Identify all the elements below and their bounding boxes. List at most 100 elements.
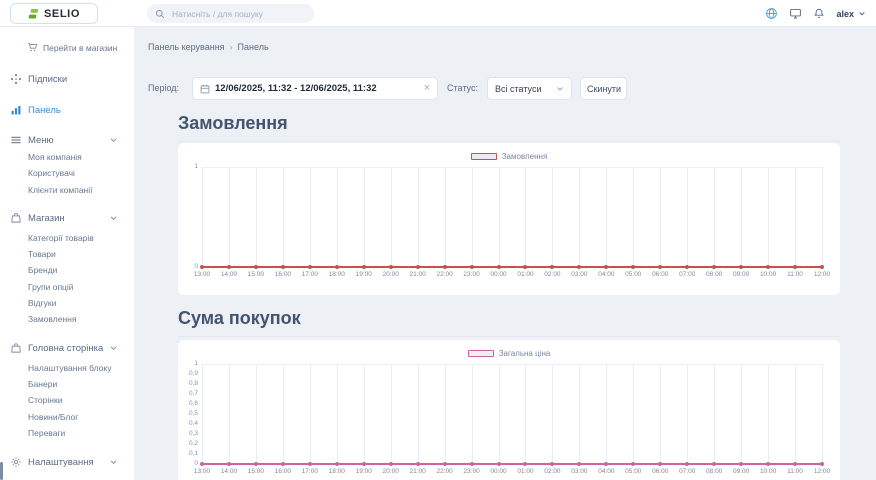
chart-legend[interactable]: Замовлення <box>178 152 840 161</box>
bell-icon[interactable] <box>813 7 825 20</box>
x-tick-label: 23:00 <box>463 271 479 278</box>
gridline <box>552 167 553 267</box>
sidebar-subitem-store-1[interactable]: Товари <box>28 247 56 261</box>
logo[interactable]: SELIO <box>10 3 98 24</box>
period-range-input[interactable]: 12/06/2025, 11:32 - 12/06/2025, 11:32 × <box>192 77 438 100</box>
sidebar-subitem-store-5[interactable]: Замовлення <box>28 312 76 326</box>
sidebar-item-settings[interactable]: Налаштування <box>0 453 135 471</box>
series-point <box>281 265 285 269</box>
x-tick-label: 16:00 <box>275 271 291 278</box>
search-bar[interactable] <box>147 4 314 23</box>
purchase-sum-chart: Загальна ціна13:0014:0015:0016:0017:0018… <box>178 340 840 480</box>
sidebar-subitem-homepage-1[interactable]: Банери <box>28 377 57 391</box>
store-icon <box>10 212 22 224</box>
reset-button[interactable]: Скинути <box>580 77 627 100</box>
sidebar-item-dashboard[interactable]: Панель <box>0 101 135 119</box>
sidebar-subitem-store-3[interactable]: Групи опцій <box>28 280 74 294</box>
y-tick-label: 0,3 <box>180 430 198 437</box>
gridline <box>822 364 823 464</box>
y-tick-label: 0,8 <box>180 380 198 387</box>
y-tick-label: 0,6 <box>180 400 198 407</box>
x-tick-label: 07:00 <box>679 271 695 278</box>
display-icon[interactable] <box>789 7 802 20</box>
sidebar-item-label: Меню <box>28 135 54 146</box>
series-point <box>497 265 501 269</box>
x-tick-label: 17:00 <box>302 468 318 475</box>
legend-swatch <box>468 350 494 357</box>
series-point <box>577 462 581 466</box>
globe-icon[interactable] <box>765 7 778 20</box>
search-input[interactable] <box>170 8 306 20</box>
sidebar-subitem-menu-2[interactable]: Клієнти компанії <box>28 183 93 197</box>
series-point <box>443 462 447 466</box>
period-label: Період: <box>148 77 179 100</box>
x-tick-label: 18:00 <box>329 271 345 278</box>
series-point <box>658 265 662 269</box>
y-tick-label: 0 <box>180 460 198 467</box>
series-point <box>389 265 393 269</box>
gridline <box>418 167 419 267</box>
gridline <box>283 167 284 267</box>
period-value: 12/06/2025, 11:32 - 12/06/2025, 11:32 <box>215 83 419 94</box>
series-point <box>416 462 420 466</box>
breadcrumb-item-dashboard[interactable]: Панель керування <box>148 42 225 52</box>
y-tick-label: 1 <box>180 163 198 170</box>
sidebar-subitem-homepage-4[interactable]: Переваги <box>28 426 65 440</box>
sidebar-item-menu[interactable]: Меню <box>0 131 135 149</box>
x-tick-label: 11:00 <box>787 468 803 475</box>
x-tick-label: 00:00 <box>490 468 506 475</box>
x-tick-label: 20:00 <box>383 468 399 475</box>
breadcrumb: Панель керування › Панель <box>148 42 269 52</box>
x-tick-label: 23:00 <box>463 468 479 475</box>
sidebar-item-homepage[interactable]: Головна сторінка <box>0 339 135 357</box>
x-tick-label: 05:00 <box>625 468 641 475</box>
series-point <box>443 265 447 269</box>
app-window: SELIO <box>0 0 876 480</box>
status-select[interactable]: Всі статуси <box>487 77 572 100</box>
sidebar-subitem-store-4[interactable]: Відгуки <box>28 296 56 310</box>
series-point <box>631 265 635 269</box>
status-value: Всі статуси <box>495 84 541 94</box>
sidebar-subitem-store-0[interactable]: Категорії товарів <box>28 231 94 245</box>
subscriptions-icon <box>10 73 22 85</box>
sidebar-subitem-homepage-0[interactable]: Налаштування блоку <box>28 361 111 375</box>
x-tick-label: 22:00 <box>436 271 452 278</box>
gridline <box>310 364 311 464</box>
sidebar-store-label: Перейти в магазин <box>43 43 117 53</box>
user-menu[interactable]: alex <box>836 9 866 19</box>
orders-chart: Замовлення13:0014:0015:0016:0017:0018:00… <box>178 143 840 295</box>
series-point <box>766 462 770 466</box>
sidebar-store-link[interactable]: Перейти в магазин <box>27 42 117 53</box>
y-tick-label: 0 <box>180 263 198 270</box>
x-tick-label: 06:00 <box>652 271 668 278</box>
sidebar-subitem-menu-0[interactable]: Моя компанія <box>28 150 82 164</box>
chart-legend[interactable]: Загальна ціна <box>178 349 840 358</box>
gridline <box>472 364 473 464</box>
main-content: Панель керування › Панель Період: 12/06/… <box>135 27 876 480</box>
sidebar-item-subscriptions[interactable]: Підписки <box>0 70 135 88</box>
scrollbar[interactable] <box>0 462 3 480</box>
sidebar-subitem-homepage-2[interactable]: Сторінки <box>28 393 62 407</box>
logo-text: SELIO <box>44 8 80 20</box>
sidebar-item-store[interactable]: Магазин <box>0 209 135 227</box>
sidebar-subitem-homepage-3[interactable]: Новини/Блог <box>28 410 78 424</box>
gridline <box>768 167 769 267</box>
x-tick-label: 10:00 <box>760 271 776 278</box>
series-point <box>793 265 797 269</box>
chevron-down-icon <box>109 214 118 223</box>
series-point <box>389 462 393 466</box>
gridline <box>525 167 526 267</box>
clear-icon[interactable]: × <box>424 83 430 94</box>
sidebar-subitem-store-2[interactable]: Бренди <box>28 263 57 277</box>
gridline <box>687 364 688 464</box>
sidebar-item-label: Магазин <box>28 213 65 224</box>
sidebar-subitem-menu-1[interactable]: Користувачі <box>28 166 75 180</box>
header-actions: alex <box>765 0 866 27</box>
series-point <box>227 462 231 466</box>
series-point <box>362 462 366 466</box>
x-tick-label: 07:00 <box>679 468 695 475</box>
y-tick-label: 0,4 <box>180 420 198 427</box>
section-title-orders: Замовлення <box>178 113 840 142</box>
series-point <box>577 265 581 269</box>
x-tick-label: 13:00 <box>194 468 210 475</box>
